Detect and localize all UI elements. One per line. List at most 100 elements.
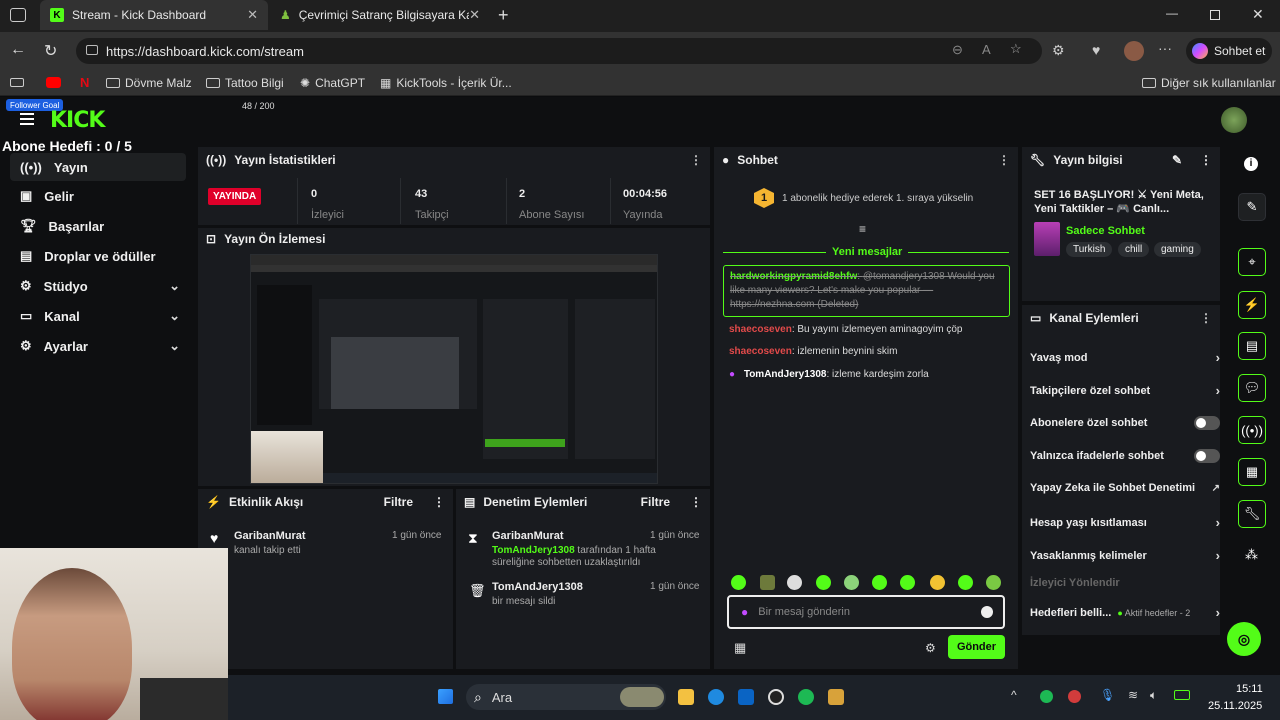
netflix-icon[interactable]: N: [80, 75, 89, 90]
start-icon[interactable]: [438, 689, 453, 704]
more-options-icon[interactable]: ⋮: [1200, 311, 1212, 325]
chat-username[interactable]: TomAndJery1308: [744, 369, 827, 380]
tray-app-icon[interactable]: [1068, 690, 1081, 703]
favorite-star-icon[interactable]: ☆: [1010, 41, 1022, 57]
app-icon[interactable]: [828, 689, 844, 705]
toggle-switch[interactable]: [1194, 416, 1220, 430]
outlook-icon[interactable]: [738, 689, 754, 705]
taskbar-date[interactable]: 25.11.2025: [1208, 700, 1262, 712]
gift-icon[interactable]: ▦: [734, 640, 746, 656]
chat-input[interactable]: ● Bir mesaj gönderin: [727, 595, 1005, 629]
chat-username[interactable]: shaecoseven: [729, 324, 792, 335]
close-tab-icon[interactable]: ✕: [469, 7, 480, 23]
emote-icon[interactable]: [816, 575, 831, 590]
share-icon[interactable]: ⁂: [1245, 547, 1258, 563]
tray-chevron-icon[interactable]: ^: [1011, 688, 1017, 702]
category-thumbnail[interactable]: [1034, 222, 1060, 256]
profile-avatar[interactable]: [1124, 41, 1144, 61]
emoji-icon[interactable]: [981, 606, 993, 618]
more-menu-icon[interactable]: ···: [1158, 40, 1172, 56]
more-options-icon[interactable]: ⋮: [998, 153, 1010, 167]
edge-icon[interactable]: [708, 689, 724, 705]
reload-icon[interactable]: ↻: [44, 41, 57, 61]
nav-kanal[interactable]: ▭ Kanal ⌄: [10, 302, 186, 330]
rail-button-chat[interactable]: 💬︎: [1238, 374, 1266, 402]
wifi-icon[interactable]: ≋: [1128, 688, 1138, 702]
rail-button-layout[interactable]: ▦: [1238, 458, 1266, 486]
url-field[interactable]: https://dashboard.kick.com/stream ⊖ A ☆: [76, 38, 1042, 64]
pinned-icon[interactable]: ≡: [859, 222, 866, 236]
more-options-icon[interactable]: ⋮: [1200, 153, 1212, 167]
nav-yayin[interactable]: ((•)) Yayın: [10, 153, 186, 181]
info-icon[interactable]: i: [1244, 157, 1258, 171]
category-name[interactable]: Sadece Sohbet: [1066, 225, 1145, 237]
nav-basarilar[interactable]: 🏆︎ Başarılar: [10, 212, 186, 240]
action-emotes-only[interactable]: Yalnızca ifadelerle sohbet: [1030, 449, 1220, 463]
tag[interactable]: chill: [1118, 242, 1150, 257]
chat-settings-icon[interactable]: ⚙: [925, 641, 936, 655]
emote-icon[interactable]: [872, 575, 887, 590]
chat-message[interactable]: shaecoseven: izlemenin beynini skim: [729, 345, 1009, 359]
site-info-icon[interactable]: [86, 45, 98, 55]
read-aloud-icon[interactable]: A: [982, 42, 991, 57]
user-avatar[interactable]: [1221, 107, 1247, 133]
maximize-icon[interactable]: [1210, 10, 1220, 20]
close-tab-icon[interactable]: ✕: [247, 7, 258, 23]
file-explorer-icon[interactable]: [678, 689, 694, 705]
bookmark-chatgpt[interactable]: ✺ ChatGPT: [300, 74, 365, 92]
bookmark-tattoo[interactable]: Tattoo Bilgi: [206, 74, 284, 92]
extensions-icon[interactable]: ⚙: [1052, 42, 1065, 59]
action-followers-only[interactable]: Takipçilere özel sohbet ›: [1030, 383, 1220, 398]
nav-ayarlar[interactable]: ⚙ Ayarlar ⌄: [10, 332, 186, 360]
back-icon[interactable]: ←: [10, 41, 26, 59]
battery-icon[interactable]: [1174, 690, 1190, 700]
action-ai-moderation[interactable]: Yapay Zeka ile Sohbet Denetimi ↗: [1030, 482, 1220, 494]
support-chat-icon[interactable]: ◎: [1227, 622, 1261, 656]
emote-icon[interactable]: [930, 575, 945, 590]
bookmark-dovme[interactable]: Dövme Malz: [106, 74, 192, 92]
spotify-tray-icon[interactable]: [1040, 690, 1053, 703]
edit-icon[interactable]: ✎: [1172, 153, 1182, 167]
tag[interactable]: Turkish: [1066, 242, 1113, 257]
emote-icon[interactable]: [844, 575, 859, 590]
chat-username[interactable]: hardworkingpyramid8ehfw: [730, 271, 857, 282]
tag[interactable]: gaming: [1154, 242, 1201, 257]
performance-icon[interactable]: ♥: [1092, 42, 1100, 58]
rail-button-notes[interactable]: ▤: [1238, 332, 1266, 360]
kick-logo[interactable]: KICK: [50, 108, 105, 133]
nav-studyo[interactable]: ⚙ Stüdyo ⌄: [10, 272, 186, 300]
action-banned-words[interactable]: Yasaklanmış kelimeler ›: [1030, 548, 1220, 563]
rail-button-broadcast[interactable]: ((•)): [1238, 416, 1266, 444]
zoom-icon[interactable]: ⊖: [952, 42, 963, 58]
taskbar-time[interactable]: 15:11: [1236, 683, 1263, 695]
minimize-icon[interactable]: —: [1166, 6, 1178, 20]
more-options-icon[interactable]: ⋮: [690, 153, 702, 167]
bookmark-kicktools[interactable]: ▦ KickTools - İçerik Ür...: [380, 74, 512, 92]
more-options-icon[interactable]: ⋮: [690, 495, 702, 509]
chat-message[interactable]: ● TomAndJery1308: izleme kardeşim zorla: [729, 368, 1009, 382]
obs-icon[interactable]: [768, 689, 784, 705]
action-goals[interactable]: Hedefleri belli... ● Aktif hedefler - 2 …: [1030, 605, 1220, 620]
more-options-icon[interactable]: ⋮: [433, 495, 445, 509]
emote-icon[interactable]: [986, 575, 1001, 590]
tab-chess[interactable]: ♟ Çevrimiçi Satranç Bilgisayara Kar ✕: [270, 0, 490, 30]
nav-gelir[interactable]: ▣ Gelir: [10, 182, 186, 210]
toggle-switch[interactable]: [1194, 449, 1220, 463]
new-tab-icon[interactable]: +: [498, 5, 509, 26]
tab-kick-dashboard[interactable]: K Stream - Kick Dashboard ✕: [40, 0, 268, 30]
bookmark-icon[interactable]: [10, 78, 24, 87]
moderation-actor[interactable]: TomAndJery1308: [492, 545, 575, 556]
chat-message[interactable]: shaecoseven: Bu yayını izlemeyen aminago…: [729, 323, 1009, 337]
action-slow-mode[interactable]: Yavaş mod ›: [1030, 350, 1220, 365]
other-bookmarks[interactable]: Diğer sık kullanılanlar: [1142, 74, 1276, 92]
chat-message-deleted[interactable]: hardworkingpyramid8ehfw: @tomandjery1308…: [723, 265, 1010, 317]
nav-droplar[interactable]: ▤ Droplar ve ödüller: [10, 242, 186, 270]
close-window-icon[interactable]: ✕: [1252, 6, 1264, 23]
taskbar-search[interactable]: ⌕ Ara: [466, 684, 666, 710]
spotify-icon[interactable]: [798, 689, 814, 705]
emote-icon[interactable]: [760, 575, 775, 590]
filter-button[interactable]: Filtre: [641, 495, 670, 509]
volume-icon[interactable]: 🔈︎: [1150, 688, 1157, 703]
emote-icon[interactable]: [900, 575, 915, 590]
emote-icon[interactable]: [787, 575, 802, 590]
